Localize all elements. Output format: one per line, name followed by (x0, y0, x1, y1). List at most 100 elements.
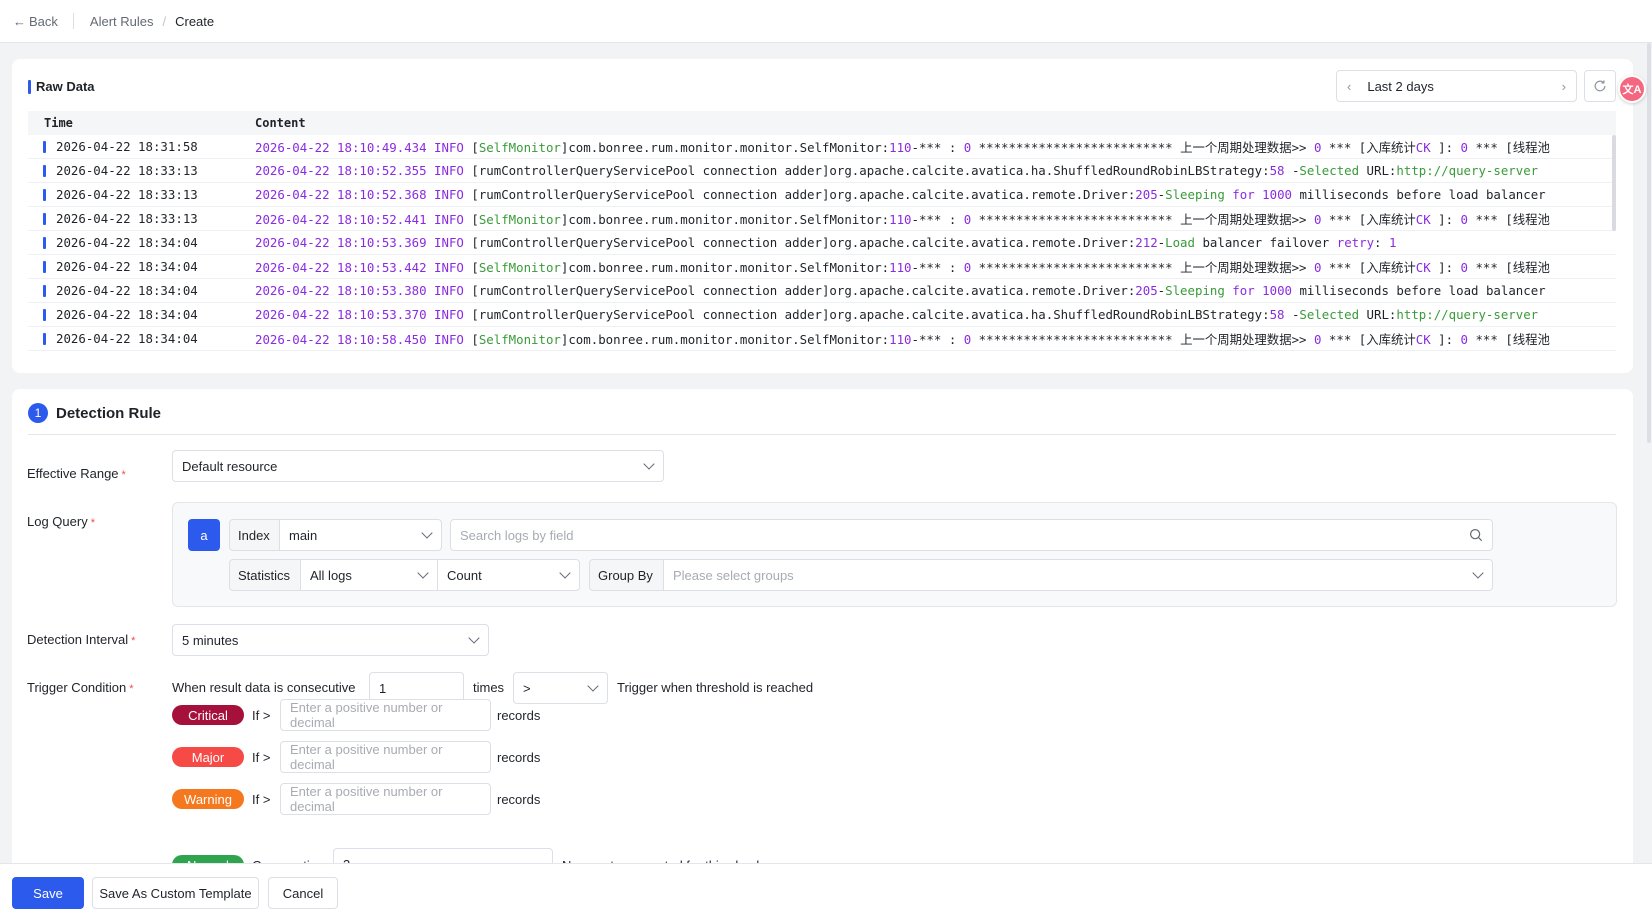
log-time: 2026-04-22 18:31:58 (56, 139, 198, 154)
log-segment: 1 (1388, 235, 1397, 250)
log-timestamp: 2026-04-22 18:10:53.380 (255, 283, 427, 298)
log-time: 2026-04-22 18:33:13 (56, 187, 198, 202)
log-row[interactable]: 2026-04-22 18:34:04 2026-04-22 18:10:53.3… (28, 279, 1616, 303)
log-segment: *** [线程池 (1468, 259, 1550, 275)
log-segment: ************************** 上一个周期处理数据>> (971, 331, 1314, 347)
log-content: 2026-04-22 18:10:52.441 INFO [SelfMonito… (255, 210, 1595, 228)
chevron-down-icon (468, 632, 480, 644)
log-segment: SelfMonitor (478, 259, 561, 275)
step-number: 1 (28, 403, 48, 423)
aggregation-select[interactable]: Count (437, 559, 580, 591)
index-select[interactable]: main (279, 519, 442, 551)
log-segment: [rumControllerQueryServicePool connectio… (471, 235, 1136, 250)
log-row-marker (43, 140, 46, 153)
back-button[interactable]: ← Back (13, 14, 58, 29)
log-level: INFO (434, 187, 464, 202)
trigger-prefix: When result data is consecutive (172, 680, 356, 695)
search-input[interactable]: Search logs by field (450, 519, 1493, 551)
refresh-icon (1594, 80, 1606, 92)
log-segment: CK (1415, 139, 1431, 155)
log-row[interactable]: 2026-04-22 18:34:04 2026-04-22 18:10:53.3… (28, 231, 1616, 255)
log-row[interactable]: 2026-04-22 18:31:58 2026-04-22 18:10:49.4… (28, 135, 1616, 159)
detection-rule-header: 1 Detection Rule (28, 403, 161, 423)
raw-data-title-text: Raw Data (36, 79, 95, 94)
log-segment: - (1284, 307, 1300, 322)
divider (72, 13, 74, 29)
group-by-select[interactable]: Please select groups (663, 559, 1493, 591)
log-segment: Sleeping (1165, 283, 1225, 298)
log-query-label: Log Query * (27, 514, 95, 529)
time-range-picker[interactable]: ‹ Last 2 days › (1336, 70, 1577, 102)
page-scrollbar[interactable] (1647, 43, 1651, 443)
severity-badge-major: Major (172, 747, 244, 767)
detection-interval-label-text: Detection Interval (27, 632, 129, 647)
threshold-unit: records (497, 792, 541, 807)
log-table: Time Content 2026-04-22 18:31:58 2026-04-… (28, 111, 1616, 351)
log-segment: *** [入库统计 (1321, 331, 1416, 347)
log-row[interactable]: 2026-04-22 18:33:13 2026-04-22 18:10:52.3… (28, 183, 1616, 207)
log-content: 2026-04-22 18:10:53.380 INFO [rumControl… (255, 283, 1595, 298)
log-time: 2026-04-22 18:34:04 (56, 331, 198, 346)
log-segment: CK (1415, 259, 1431, 275)
log-content: 2026-04-22 18:10:53.442 INFO [SelfMonito… (255, 258, 1595, 276)
chevron-left-icon[interactable]: ‹ (1347, 79, 1351, 94)
query-badge[interactable]: a (188, 519, 220, 551)
chevron-right-icon[interactable]: › (1562, 79, 1566, 94)
log-row-marker (43, 308, 46, 321)
threshold-input-warning[interactable]: Enter a positive number or decimal (280, 783, 491, 815)
log-table-header: Time Content (28, 111, 1616, 135)
log-timestamp: 2026-04-22 18:10:52.441 (255, 211, 427, 227)
log-segment: *** [线程池 (1468, 211, 1550, 227)
log-row-marker (43, 212, 46, 225)
log-level: INFO (434, 163, 464, 178)
log-time: 2026-04-22 18:33:13 (56, 163, 198, 178)
breadcrumb-alert-rules[interactable]: Alert Rules (90, 14, 154, 29)
log-row[interactable]: 2026-04-22 18:33:13 2026-04-22 18:10:52.3… (28, 159, 1616, 183)
log-segment: [ (471, 331, 479, 347)
log-segment: SelfMonitor (478, 139, 561, 155)
threshold-input-major[interactable]: Enter a positive number or decimal (280, 741, 491, 773)
log-segment: 110 (889, 331, 912, 347)
log-time: 2026-04-22 18:34:04 (56, 235, 198, 250)
log-segment: ]: (1430, 211, 1461, 227)
log-segment: 58 (1269, 307, 1285, 322)
refresh-button[interactable] (1584, 70, 1616, 102)
threshold-input-critical[interactable]: Enter a positive number or decimal (280, 699, 491, 731)
log-content: 2026-04-22 18:10:53.370 INFO [rumControl… (255, 307, 1595, 322)
statistics-value: All logs (310, 567, 352, 583)
operator-select[interactable]: > (513, 672, 608, 704)
log-scrollbar[interactable] (1612, 135, 1616, 231)
log-segment: Sleeping (1165, 187, 1225, 202)
chevron-down-icon (559, 567, 571, 579)
required-mark: * (90, 517, 95, 529)
search-icon[interactable] (1469, 528, 1483, 542)
threshold-unit: records (497, 708, 541, 723)
effective-range-select[interactable]: Default resource (172, 450, 664, 482)
consecutive-times-value: 1 (379, 680, 387, 696)
log-row[interactable]: 2026-04-22 18:34:04 2026-04-22 18:10:58.4… (28, 327, 1616, 351)
log-level: INFO (434, 235, 464, 250)
index-value: main (289, 527, 318, 543)
log-timestamp: 2026-04-22 18:10:58.450 (255, 331, 427, 347)
times-label: times (473, 680, 505, 695)
log-row[interactable]: 2026-04-22 18:33:13 2026-04-22 18:10:52.4… (28, 207, 1616, 231)
statistics-select[interactable]: All logs (300, 559, 438, 591)
save-button[interactable]: Save (12, 877, 84, 909)
detection-interval-select[interactable]: 5 minutes (172, 624, 489, 656)
log-segment: *** [入库统计 (1321, 259, 1416, 275)
log-row[interactable]: 2026-04-22 18:34:04 2026-04-22 18:10:53.4… (28, 255, 1616, 279)
arrow-left-icon: ← (13, 13, 26, 29)
raw-data-title: Raw Data (28, 79, 95, 94)
log-segment: ************************** 上一个周期处理数据>> (971, 139, 1314, 155)
log-segment: balancer failover (1194, 235, 1337, 250)
divider (28, 434, 1616, 435)
log-content: 2026-04-22 18:10:52.368 INFO [rumControl… (255, 187, 1595, 202)
column-content: Content (255, 116, 306, 130)
save-as-template-button[interactable]: Save As Custom Template (92, 877, 259, 909)
log-segment: ]: (1430, 331, 1461, 347)
required-mark: * (131, 635, 136, 647)
cancel-button[interactable]: Cancel (268, 877, 338, 909)
log-row[interactable]: 2026-04-22 18:34:04 2026-04-22 18:10:53.3… (28, 303, 1616, 327)
translate-icon[interactable]: 文A (1618, 75, 1646, 103)
log-segment: -*** : (911, 259, 964, 275)
